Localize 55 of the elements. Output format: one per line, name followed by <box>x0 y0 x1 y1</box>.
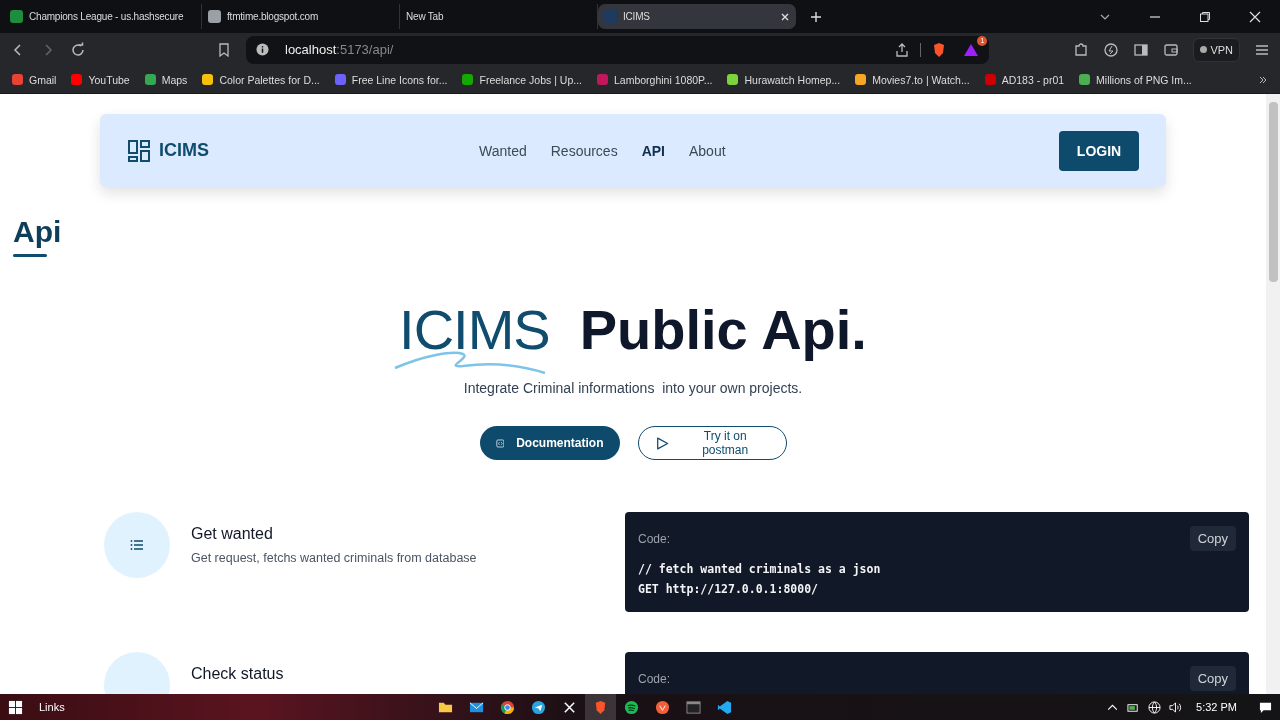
bookmark-item[interactable]: Gmail <box>12 73 57 86</box>
nav-link[interactable]: About <box>689 142 726 159</box>
links-toolbar[interactable]: Links <box>39 701 65 713</box>
bookmark-item[interactable]: Hurawatch Homep... <box>727 73 841 86</box>
sidebar-icon[interactable] <box>1133 41 1150 58</box>
copy-button[interactable]: Copy <box>1189 526 1236 551</box>
chevron-right-icon[interactable] <box>1258 74 1268 85</box>
code-line: GET http://127.0.0.1:8000/ <box>638 581 819 598</box>
vpn-button[interactable]: VPN <box>1193 37 1240 62</box>
close-icon[interactable] <box>1249 10 1261 23</box>
login-button[interactable]: LOGIN <box>1059 130 1139 171</box>
code-line: // fetch wanted criminals as a json <box>638 561 882 578</box>
code-label: Code: <box>638 671 671 686</box>
restore-icon[interactable] <box>1199 10 1211 23</box>
browser-tab[interactable]: ftmtime.blogspot.com <box>202 4 400 29</box>
endpoint-description: Get request, fetchs wanted criminals from database <box>191 551 477 565</box>
scrollbar-thumb[interactable] <box>1268 102 1278 282</box>
clock-time[interactable]: 5:32 PM <box>1196 701 1237 713</box>
bookmark-item[interactable]: Freelance Jobs | Up... <box>462 73 582 86</box>
browser-tab[interactable]: ICIMS <box>598 4 796 29</box>
hero-subtitle: Integrate Criminal informations into your own projects. <box>463 380 803 396</box>
globe-icon[interactable] <box>1148 700 1162 714</box>
endpoint-title: Check status <box>191 665 284 683</box>
notification-icon[interactable] <box>1259 700 1272 714</box>
bookmark-item[interactable]: Movies7.to | Watch... <box>855 73 970 86</box>
documentation-button[interactable]: Documentation <box>479 426 620 460</box>
bookmark-item[interactable]: Color Palettes for D... <box>202 73 320 86</box>
nav-link[interactable]: API <box>641 142 665 159</box>
reload-icon[interactable] <box>70 41 86 58</box>
nav-link[interactable]: Resources <box>550 142 618 159</box>
brand-name: ICIMS <box>159 140 209 161</box>
endpoint-title: Get wanted <box>191 525 274 543</box>
bookmark-item[interactable]: AD183 - pr01 <box>984 73 1065 86</box>
windows-start-icon[interactable] <box>8 699 23 715</box>
new-tab-icon[interactable] <box>810 10 822 23</box>
copy-button[interactable]: Copy <box>1189 666 1236 691</box>
hero-title: Public Api. <box>579 297 867 362</box>
play-icon <box>654 435 669 451</box>
hero-brand: ICIMS <box>399 298 550 361</box>
bookmark-item[interactable]: Free Line Icons for... <box>334 73 448 86</box>
bookmark-icon[interactable] <box>216 41 232 58</box>
bookmark-item[interactable]: YouTube <box>71 73 130 86</box>
bookmark-item[interactable]: Millions of PNG Im... <box>1079 73 1192 86</box>
bookmark-item[interactable]: Maps <box>144 73 188 86</box>
share-icon[interactable] <box>894 41 911 58</box>
wallet-icon[interactable] <box>1163 41 1180 58</box>
page-title: Api <box>13 215 63 249</box>
browser-tab[interactable]: Champions League - us.hashsecure <box>4 4 202 29</box>
postman-button[interactable]: Try it on postman <box>637 426 787 460</box>
nav-link[interactable]: Wanted <box>479 142 527 159</box>
bookmark-item[interactable]: Lamborghini 1080P... <box>597 73 713 86</box>
speaker-icon[interactable] <box>1169 700 1183 714</box>
info-icon[interactable] <box>256 43 269 56</box>
code-label: Code: <box>638 531 671 546</box>
close-icon[interactable] <box>780 11 790 22</box>
